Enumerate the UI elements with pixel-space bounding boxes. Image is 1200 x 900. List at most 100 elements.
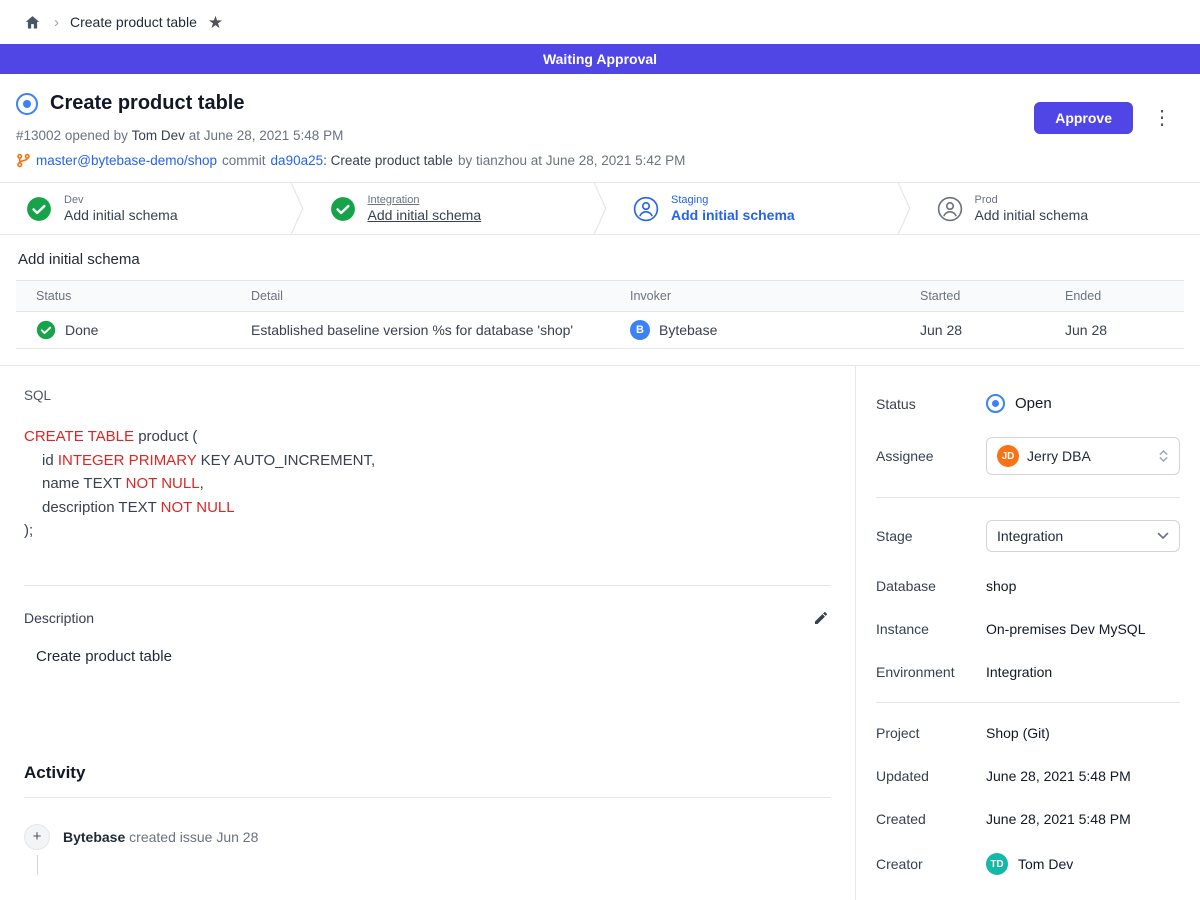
activity-item: + Bytebase created issue Jun 28 [24, 824, 831, 850]
stage-separator [290, 183, 304, 234]
col-started: Started [920, 289, 1065, 303]
col-ended: Ended [1065, 289, 1184, 303]
stage-task-label: Add initial schema [975, 207, 1089, 223]
task-table-header: Status Detail Invoker Started Ended [16, 280, 1184, 312]
assignee-avatar: JD [997, 445, 1019, 467]
task-invoker-name: Bytebase [659, 322, 717, 338]
activity-date: Jun 28 [216, 829, 258, 845]
issue-header-actions: Approve ⋮ [1034, 102, 1176, 134]
stage-task-label: Add initial schema [368, 207, 482, 223]
sidebar-divider [876, 497, 1180, 498]
commit-word: commit [222, 153, 266, 168]
col-status: Status [36, 289, 251, 303]
stage-prod[interactable]: ProdAdd initial schema [911, 183, 1200, 234]
sql-line: name TEXT NOT NULL, [24, 472, 831, 496]
sql-line: ); [24, 519, 831, 543]
creator-avatar: TD [986, 853, 1008, 875]
task-status-text: Done [65, 322, 98, 338]
task-section-title: Add initial schema [18, 251, 1184, 268]
assignee-select[interactable]: JD Jerry DBA [986, 437, 1180, 475]
commit-byline: by tianzhou at June 28, 2021 5:42 PM [458, 153, 685, 168]
stage-label: Stage [876, 528, 986, 544]
issue-title: Create product table [50, 92, 244, 115]
stage-value: Integration [997, 528, 1063, 544]
stage-dev[interactable]: DevAdd initial schema [0, 183, 290, 234]
stage-task-label: Add initial schema [64, 207, 178, 223]
main-panel: SQL CREATE TABLE product ( id INTEGER PR… [0, 366, 855, 900]
commit-row: master@bytebase-demo/shop commit da90a25… [16, 153, 685, 168]
approval-banner: Waiting Approval [0, 44, 1200, 74]
commit-hash-link[interactable]: da90a25 [271, 153, 324, 168]
sql-line: description TEXT NOT NULL [24, 496, 831, 520]
project-value: Shop (Git) [986, 725, 1050, 741]
sql-section-label: SQL [24, 388, 831, 403]
assignee-label: Assignee [876, 448, 986, 464]
issue-header-left: Create product table #13002 opened by To… [16, 92, 685, 168]
issue-sidebar: Status Open Assignee JD Jerry DBA Stage … [855, 366, 1200, 900]
activity-actor: Bytebase [63, 829, 125, 845]
sidebar-divider [876, 702, 1180, 703]
stage-separator [593, 183, 607, 234]
creator-value: Tom Dev [1018, 856, 1073, 872]
col-detail: Detail [251, 289, 630, 303]
issue-opened-time: June 28, 2021 5:48 PM [204, 128, 344, 143]
assignee-value: Jerry DBA [1027, 448, 1091, 464]
issue-opened-by-label: opened by [65, 128, 128, 143]
task-table-row[interactable]: Done Established baseline version %s for… [16, 312, 1184, 349]
issue-meta: #13002 opened by Tom Dev at June 28, 202… [16, 128, 685, 143]
activity-action: created issue [129, 829, 212, 845]
favorite-star-icon[interactable]: ★ [208, 14, 223, 31]
stage-staging[interactable]: StagingAdd initial schema [607, 183, 897, 234]
stage-env-label: Staging [671, 194, 795, 206]
task-done-check-icon [36, 320, 56, 340]
breadcrumb: › Create product table ★ [0, 0, 1200, 44]
activity-plus-icon: + [24, 824, 50, 850]
stage-env-label: Integration [368, 194, 482, 206]
instance-value: On-premises Dev MySQL [986, 621, 1145, 637]
instance-label: Instance [876, 621, 986, 637]
breadcrumb-chevron-icon: › [54, 14, 59, 31]
project-label: Project [876, 725, 986, 741]
sql-line: id INTEGER PRIMARY KEY AUTO_INCREMENT, [24, 449, 831, 473]
task-started-date: Jun 28 [920, 322, 1065, 338]
stage-env-label: Dev [64, 194, 178, 206]
description-label: Description [24, 610, 94, 626]
environment-value: Integration [986, 664, 1052, 680]
task-ended-date: Jun 28 [1065, 322, 1184, 338]
chevron-down-icon [1157, 532, 1169, 540]
edit-description-button[interactable] [811, 608, 831, 628]
issue-author: Tom Dev [132, 128, 185, 143]
content-area: SQL CREATE TABLE product ( id INTEGER PR… [0, 366, 1200, 900]
stage-assignee-person-icon [633, 196, 659, 222]
database-value: shop [986, 578, 1016, 594]
home-icon[interactable] [22, 12, 43, 33]
stage-separator [897, 183, 911, 234]
issue-at-label: at [189, 128, 200, 143]
created-label: Created [876, 811, 986, 827]
commit-repo-link[interactable]: master@bytebase-demo/shop [36, 153, 217, 168]
issue-status-open-icon [16, 93, 38, 115]
created-value: June 28, 2021 5:48 PM [986, 811, 1131, 827]
stage-integration[interactable]: IntegrationAdd initial schema [304, 183, 594, 234]
updown-chevron-icon [1158, 449, 1169, 463]
updated-label: Updated [876, 768, 986, 784]
stage-done-check-icon [26, 196, 52, 222]
issue-header: Create product table #13002 opened by To… [0, 74, 1200, 182]
status-value: Open [1015, 395, 1052, 412]
commit-message: : Create product table [323, 153, 453, 168]
section-divider [24, 585, 831, 586]
invoker-avatar: B [630, 320, 650, 340]
status-label: Status [876, 396, 986, 412]
stage-pending-person-icon [937, 196, 963, 222]
pencil-icon [813, 610, 829, 626]
git-branch-icon [16, 153, 31, 168]
col-invoker: Invoker [630, 289, 920, 303]
stage-select[interactable]: Integration [986, 520, 1180, 552]
sql-code-block: CREATE TABLE product ( id INTEGER PRIMAR… [24, 425, 831, 543]
approve-button[interactable]: Approve [1034, 102, 1133, 134]
more-options-icon[interactable]: ⋮ [1148, 106, 1176, 130]
environment-label: Environment [876, 664, 986, 680]
creator-label: Creator [876, 856, 986, 872]
activity-divider [24, 797, 831, 798]
database-label: Database [876, 578, 986, 594]
